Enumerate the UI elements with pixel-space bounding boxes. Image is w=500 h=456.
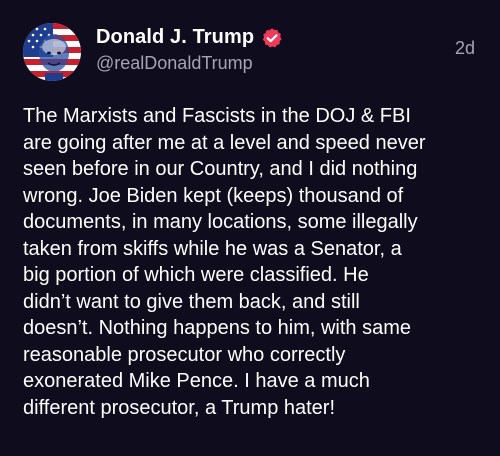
post-card: Donald J. Trump @realDonaldTrump 2d The … [0,0,500,456]
profile-photo-flag-icon [23,23,81,81]
verified-badge-icon [261,27,283,49]
post-timestamp[interactable]: 2d [455,38,475,59]
avatar[interactable] [23,23,81,81]
display-name[interactable]: Donald J. Trump [96,26,254,49]
author-name-row: Donald J. Trump [96,26,283,49]
author-handle[interactable]: @realDonaldTrump [96,53,253,74]
post-body-text: The Marxists and Fascists in the DOJ & F… [23,105,426,419]
